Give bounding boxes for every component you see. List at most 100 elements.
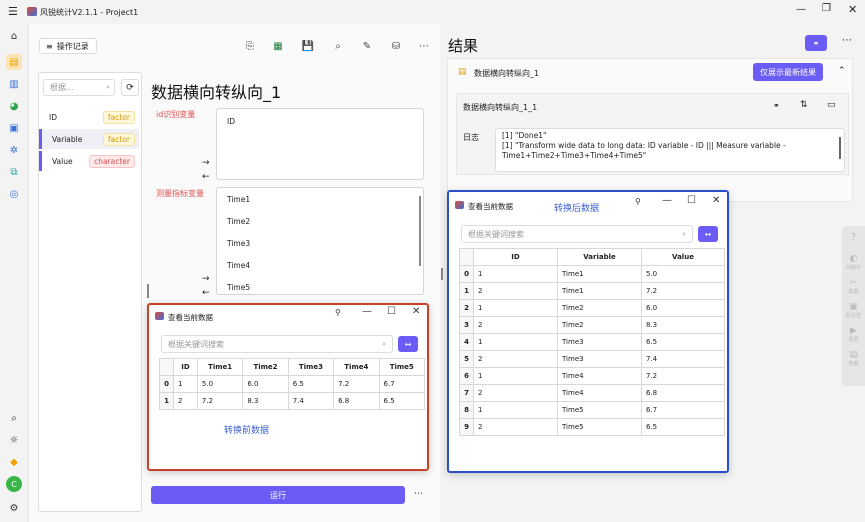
table-cell[interactable]: 8.3 [641, 316, 725, 334]
table-cell[interactable]: Time2 [557, 299, 642, 317]
id-var-item[interactable]: ID [227, 117, 235, 126]
save-icon[interactable]: 💾 [300, 38, 316, 54]
table-cell[interactable]: 6.8 [641, 384, 725, 402]
pin-icon[interactable]: ⚲ [335, 308, 341, 317]
close-icon[interactable]: ✕ [712, 195, 720, 206]
table-cell[interactable]: 6.8 [333, 392, 380, 410]
table-cell[interactable]: Time4 [557, 384, 642, 402]
table-cell[interactable]: Time5 [557, 418, 642, 436]
scrollbar[interactable] [419, 196, 421, 266]
vip-icon[interactable]: ◆ [6, 454, 22, 470]
splitter-handle[interactable] [147, 284, 149, 298]
table-cell[interactable]: 2 [473, 316, 558, 334]
more-icon[interactable]: ⋯ [416, 38, 432, 54]
ai-assistant-button[interactable]: ◐ AI助手 [846, 254, 861, 271]
table-cell[interactable]: 2 [473, 384, 558, 402]
table-cell[interactable]: 6.0 [641, 299, 725, 317]
table-row[interactable]: 1 2 7.2 8.3 7.4 6.8 6.5 [159, 392, 426, 410]
move-right-icon[interactable]: → [202, 158, 210, 168]
table-cell[interactable]: Time3 [557, 333, 642, 351]
table-row[interactable]: 0 1 Time1 5.0 [459, 265, 725, 283]
show-latest-button[interactable]: 仅展示最新结果 [753, 63, 823, 81]
model-icon[interactable]: ⧉ [6, 164, 22, 180]
close-icon[interactable]: ✕ [412, 306, 420, 317]
pie-chart-icon[interactable]: ◕ [6, 98, 22, 114]
move-right-icon[interactable]: → [202, 274, 210, 284]
copy-icon[interactable]: ⎘ [242, 38, 258, 54]
table-cell[interactable]: 7.4 [641, 350, 725, 368]
sort-icon[interactable]: ⇅ [800, 100, 808, 110]
data-search-input[interactable]: 根据关键词搜索 ⌕ [161, 335, 393, 353]
minimize-icon[interactable]: — [362, 306, 372, 317]
measure-var-item[interactable]: Time1 [227, 195, 250, 204]
variable-item[interactable]: Value character [39, 151, 139, 171]
table-cell[interactable]: 7.2 [641, 367, 725, 385]
run-more-icon[interactable]: ⋯ [414, 489, 423, 499]
scrollbar[interactable] [839, 137, 841, 159]
close-icon[interactable]: ✕ [848, 3, 857, 16]
table-cell[interactable]: 1 [473, 265, 558, 283]
column-header[interactable]: Time2 [242, 358, 289, 376]
help-icon[interactable]: ? [846, 232, 861, 243]
column-header[interactable]: Time5 [378, 358, 426, 376]
expand-button[interactable]: ↔ [698, 226, 718, 242]
table-cell[interactable]: 6.0 [242, 375, 289, 393]
variable-item[interactable]: ID factor [39, 107, 139, 127]
company-lookup-button[interactable]: ▣ 取企查 [846, 302, 861, 319]
table-cell[interactable]: 6.7 [378, 375, 426, 393]
maximize-icon[interactable]: ☐ [687, 195, 696, 206]
column-header[interactable]: Time4 [333, 358, 380, 376]
table-cell[interactable]: Time1 [557, 265, 642, 283]
table-cell[interactable]: 7.2 [641, 282, 725, 300]
column-header[interactable]: Value [641, 248, 725, 266]
table-cell[interactable]: 2 [473, 350, 558, 368]
move-left-icon[interactable]: ← [202, 288, 210, 298]
home-icon[interactable]: ⌂ [6, 28, 22, 44]
table-row[interactable]: 7 2 Time4 6.8 [459, 384, 725, 402]
table-cell[interactable]: 7.4 [287, 392, 335, 410]
log-box[interactable]: [1] "Done1" [1] "Transform wide data to … [495, 128, 845, 172]
link-button[interactable]: ⚭ [805, 35, 827, 51]
menu-icon[interactable]: ☰ [8, 5, 18, 18]
measure-var-item[interactable]: Time3 [227, 239, 250, 248]
measure-var-item[interactable]: Time2 [227, 217, 250, 226]
table-cell[interactable]: 6.7 [641, 401, 725, 419]
globe-icon[interactable]: ◎ [6, 186, 22, 202]
table-cell[interactable]: 1 [473, 333, 558, 351]
measure-vars-box[interactable]: Time1 Time2 Time3 Time4 Time5 [216, 187, 424, 295]
bar-chart-icon[interactable]: ▥ [6, 76, 22, 92]
table-cell[interactable]: 1 [473, 299, 558, 317]
table-cell[interactable]: 7.2 [333, 375, 380, 393]
folder-icon[interactable]: ▭ [827, 100, 836, 110]
panel-splitter[interactable] [441, 268, 443, 280]
search-button[interactable]: ▤ 搜索 [846, 350, 861, 367]
table-cell[interactable]: 6.5 [641, 333, 725, 351]
move-left-icon[interactable]: ← [202, 172, 210, 182]
collapse-icon[interactable]: ⌃ [838, 66, 846, 76]
data-icon[interactable]: ▤ [6, 54, 22, 70]
id-vars-box[interactable]: ID [216, 108, 424, 180]
table-cell[interactable]: 1 [473, 367, 558, 385]
column-header[interactable]: Variable [557, 248, 642, 266]
table-row[interactable]: 5 2 Time3 7.4 [459, 350, 725, 368]
database-icon[interactable]: ⛁ [388, 38, 404, 54]
table-cell[interactable]: 5.0 [196, 375, 244, 393]
maximize-icon[interactable]: ❐ [822, 3, 831, 14]
table-cell[interactable]: 2 [473, 418, 558, 436]
screenshot-button[interactable]: ✂ 截图 [846, 278, 861, 295]
table-row[interactable]: 4 1 Time3 6.5 [459, 333, 725, 351]
table-cell[interactable]: 8.3 [242, 392, 289, 410]
pin-icon[interactable]: ⚲ [635, 197, 641, 206]
table-cell[interactable]: 7.2 [196, 392, 244, 410]
excel-icon[interactable]: ▦ [270, 38, 286, 54]
measure-var-item[interactable]: Time5 [227, 283, 250, 292]
find-icon[interactable]: ⌕ [330, 38, 346, 54]
variable-search-input[interactable]: 根据... ⌕ [43, 79, 115, 96]
table-cell[interactable]: 6.5 [641, 418, 725, 436]
measure-var-item[interactable]: Time4 [227, 261, 250, 270]
table-cell[interactable]: 5.0 [641, 265, 725, 283]
table-cell[interactable]: Time3 [557, 350, 642, 368]
table-cell[interactable]: 1 [173, 375, 198, 393]
operation-log-button[interactable]: ≡ 操作记录 [39, 38, 97, 54]
table-cell[interactable]: 2 [173, 392, 198, 410]
